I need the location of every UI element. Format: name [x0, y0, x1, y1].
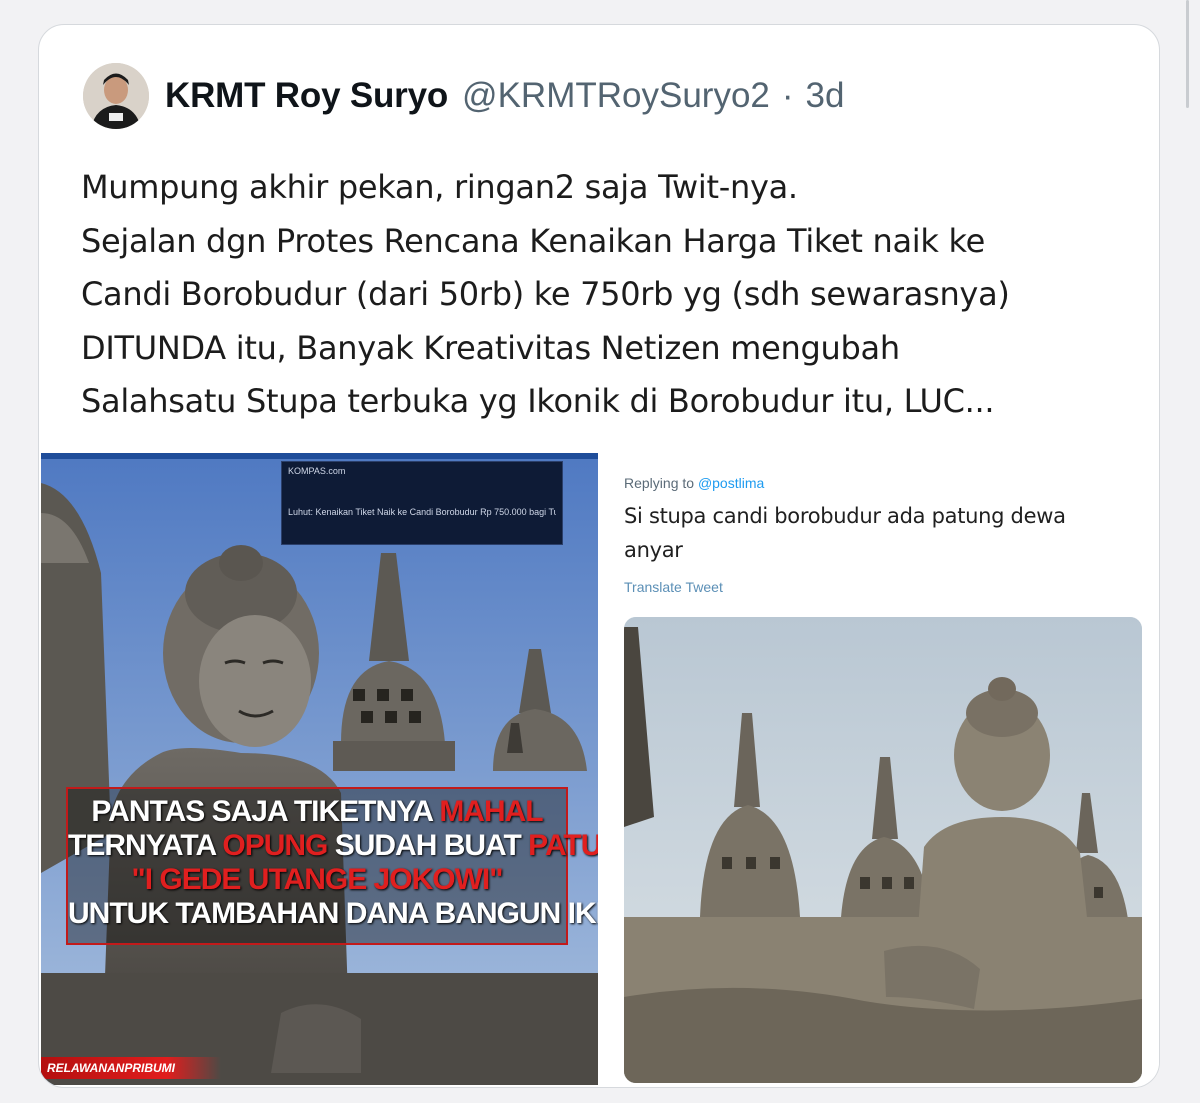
avatar[interactable]: [83, 63, 149, 129]
author-handle[interactable]: @KRMTRoySuryo2: [462, 76, 770, 116]
news-logo: KOMPAS.com: [288, 466, 346, 476]
scrollbar[interactable]: [1186, 0, 1189, 108]
reply-photo: [624, 617, 1142, 1083]
caption-text: TERNYATA: [68, 829, 223, 862]
tweet-media: KOMPAS.com Luhut: Kenaikan Tiket Naik ke…: [41, 453, 1159, 1087]
tweet-text-line: DITUNDA itu, Banyak Kreativitas Netizen …: [81, 328, 900, 367]
reply-text-line: Si stupa candi borobudur ada patung dewa: [624, 504, 1066, 528]
media-image-right[interactable]: Replying to @postlima Si stupa candi bor…: [604, 453, 1159, 1087]
replying-to: Replying to @postlima: [624, 475, 764, 491]
caption-line-4: UNTUK TAMBAHAN DANA BANGUN IKN: [68, 897, 598, 930]
tweet-card[interactable]: KRMT Roy Suryo @KRMTRoySuryo2 · 3d Mumpu…: [38, 24, 1160, 1088]
caption-highlight: OPUNG: [222, 829, 328, 862]
caption-text: PANTAS SAJA TIKETNYA: [91, 795, 440, 828]
tweet-header: KRMT Roy Suryo @KRMTRoySuryo2 · 3d: [83, 63, 844, 129]
caption-line-1: PANTAS SAJA TIKETNYA MAHAL: [68, 795, 566, 829]
caption-line-2: TERNYATA OPUNG SUDAH BUAT PATUNG: [68, 829, 598, 863]
caption-highlight: MAHAL: [439, 795, 543, 828]
caption-line-3: "I GEDE UTANGE JOKOWI": [131, 863, 504, 896]
tweet-text-line: Mumpung akhir pekan, ringan2 saja Twit-n…: [81, 168, 798, 206]
author-name[interactable]: KRMT Roy Suryo: [165, 76, 448, 116]
tweet-body: Mumpung akhir pekan, ringan2 saja Twit-n…: [81, 161, 1141, 429]
tweet-text-line: Salahsatu Stupa terbuka yg Ikonik di Bor…: [81, 382, 995, 420]
tweet-text-line: Sejalan dgn Protes Rencana Kenaikan Harg…: [81, 221, 985, 260]
news-screenshot-inset: KOMPAS.com Luhut: Kenaikan Tiket Naik ke…: [281, 461, 563, 545]
reply-mention: @postlima: [697, 475, 765, 491]
tweet-timestamp[interactable]: 3d: [806, 76, 845, 116]
news-headline: Luhut: Kenaikan Tiket Naik ke Candi Boro…: [288, 507, 556, 517]
replying-prefix: Replying to: [624, 475, 698, 491]
reply-text: Si stupa candi borobudur ada patung dewa…: [624, 499, 1144, 567]
meme-caption: PANTAS SAJA TIKETNYA MAHAL TERNYATA OPUN…: [66, 787, 598, 945]
tweet-text-line: Candi Borobudur (dari 50rb) ke 750rb yg …: [81, 275, 1010, 313]
reply-text-line: anyar: [624, 538, 683, 562]
caption-highlight: PATUNG: [528, 829, 598, 862]
media-image-left[interactable]: KOMPAS.com Luhut: Kenaikan Tiket Naik ke…: [41, 453, 598, 1085]
separator-dot: ·: [781, 76, 794, 115]
watermark-label: RELAWANANPRIBUMI: [41, 1057, 221, 1079]
caption-text: SUDAH BUAT: [327, 829, 529, 862]
translate-link: Translate Tweet: [624, 579, 723, 595]
